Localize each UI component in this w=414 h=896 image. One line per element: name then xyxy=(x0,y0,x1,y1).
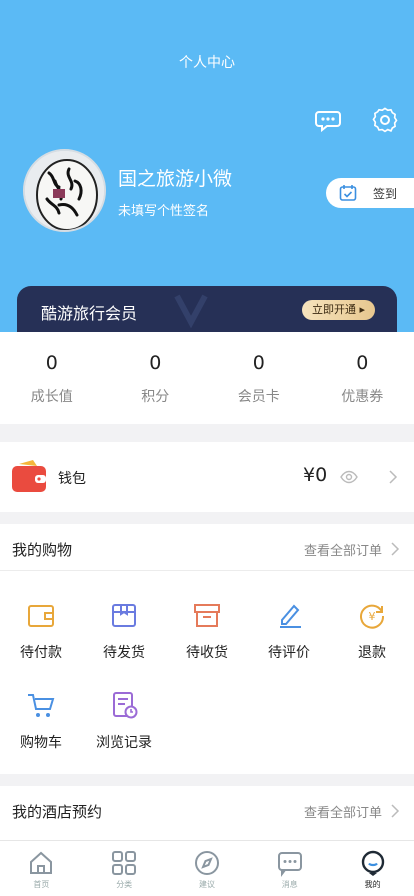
stat-value: 0 xyxy=(356,352,369,374)
stat-value: 0 xyxy=(45,352,58,374)
section-title: 我的购物 xyxy=(12,541,73,559)
tab-suggestion[interactable]: 建议 xyxy=(166,841,249,896)
compass-icon xyxy=(194,851,219,875)
pending-review-button[interactable]: 待评价 xyxy=(251,600,327,662)
refund-button[interactable]: ¥ 退款 xyxy=(334,600,410,662)
item-label: 退款 xyxy=(358,645,386,661)
tab-label: 消息 xyxy=(281,880,298,889)
item-label: 购物车 xyxy=(20,735,62,751)
wallet-icon xyxy=(12,460,46,492)
tab-label: 我的 xyxy=(364,880,381,889)
stat-label: 优惠券 xyxy=(341,389,384,405)
refund-icon: ¥ xyxy=(360,604,385,629)
tab-category[interactable]: 分类 xyxy=(83,841,166,896)
vip-membership-card[interactable]: 酷游旅行会员 立即开通 ▸ xyxy=(17,286,397,332)
stat-label: 会员卡 xyxy=(237,389,280,405)
chevron-right-icon xyxy=(391,542,400,556)
checkin-label: 签到 xyxy=(373,186,398,201)
stat-label: 成长值 xyxy=(30,389,73,405)
wallet-label: 钱包 xyxy=(58,471,86,487)
svg-text:¥: ¥ xyxy=(369,610,376,623)
tab-messages[interactable]: 消息 xyxy=(248,841,331,896)
stats-row: 0 成长值 0 积分 0 会员卡 0 优惠券 xyxy=(0,332,414,424)
tab-label: 分类 xyxy=(116,880,133,889)
chat-bubble-icon[interactable] xyxy=(314,106,342,134)
history-icon xyxy=(113,692,138,719)
shopping-cart-button[interactable]: 购物车 xyxy=(3,690,79,752)
tab-home[interactable]: 首页 xyxy=(0,841,83,896)
item-label: 待评价 xyxy=(268,645,310,661)
pending-receipt-button[interactable]: 待收货 xyxy=(169,600,245,662)
section-title: 我的酒店预约 xyxy=(12,803,103,821)
pending-shipment-button[interactable]: 待发货 xyxy=(86,600,162,662)
profile-header: 个人中心 国之旅游小微 未填写个性签名 签到 酷游旅行会员 立即开通 ▸ xyxy=(0,0,414,332)
stat-coupons[interactable]: 0 优惠券 xyxy=(311,332,414,424)
wallet-amount: ¥0 xyxy=(303,464,328,486)
browsing-history-button[interactable]: 浏览记录 xyxy=(86,690,162,752)
home-icon xyxy=(30,851,53,874)
wallet-outline-icon xyxy=(28,605,54,627)
avatar[interactable] xyxy=(23,149,106,232)
stat-label: 积分 xyxy=(141,389,170,405)
bottom-tab-bar: 首页 分类 建议 消息 我的 xyxy=(0,840,414,896)
page-title: 个人中心 xyxy=(179,55,235,71)
box-outline-icon xyxy=(112,604,136,627)
hotel-booking-section: 我的酒店预约 查看全部订单 xyxy=(0,786,414,846)
divider xyxy=(0,570,414,571)
tab-label: 建议 xyxy=(198,880,215,889)
grid-icon xyxy=(112,851,137,875)
settings-gear-icon[interactable] xyxy=(371,106,399,134)
calendar-check-icon xyxy=(339,185,357,201)
stat-value: 0 xyxy=(252,352,265,374)
tab-mine[interactable]: 我的 xyxy=(331,841,414,896)
chevron-right-icon xyxy=(391,804,400,818)
item-label: 待收货 xyxy=(186,645,228,661)
checkin-button[interactable]: 签到 xyxy=(326,178,414,208)
stat-member-card[interactable]: 0 会员卡 xyxy=(207,332,311,424)
pen-icon xyxy=(280,604,301,628)
view-all-hotel-orders-link[interactable]: 查看全部订单 xyxy=(304,802,382,821)
vip-open-button[interactable]: 立即开通 ▸ xyxy=(301,300,375,320)
signature[interactable]: 未填写个性签名 xyxy=(118,200,209,219)
item-label: 浏览记录 xyxy=(96,735,152,751)
item-label: 待发货 xyxy=(103,645,145,661)
pending-payment-button[interactable]: 待付款 xyxy=(3,600,79,662)
my-shopping-section: 我的购物 查看全部订单 待付款 待发货 待收货 待评价 ¥ 退款 购物车 浏览记… xyxy=(0,524,414,774)
chevron-right-icon xyxy=(389,470,398,484)
vip-title: 酷游旅行会员 xyxy=(41,304,138,323)
tab-label: 首页 xyxy=(33,880,50,889)
eye-icon[interactable] xyxy=(340,468,358,486)
username: 国之旅游小微 xyxy=(118,168,233,190)
package-outline-icon xyxy=(194,604,220,627)
profile-icon xyxy=(361,850,384,876)
wallet-row[interactable]: 钱包 ¥0 xyxy=(0,442,414,512)
stat-value: 0 xyxy=(149,352,162,374)
stat-points[interactable]: 0 积分 xyxy=(104,332,208,424)
item-label: 待付款 xyxy=(20,645,62,661)
view-all-orders-link[interactable]: 查看全部订单 xyxy=(304,540,382,559)
cart-icon xyxy=(28,694,55,717)
stat-growth[interactable]: 0 成长值 xyxy=(0,332,104,424)
message-icon xyxy=(277,852,302,877)
